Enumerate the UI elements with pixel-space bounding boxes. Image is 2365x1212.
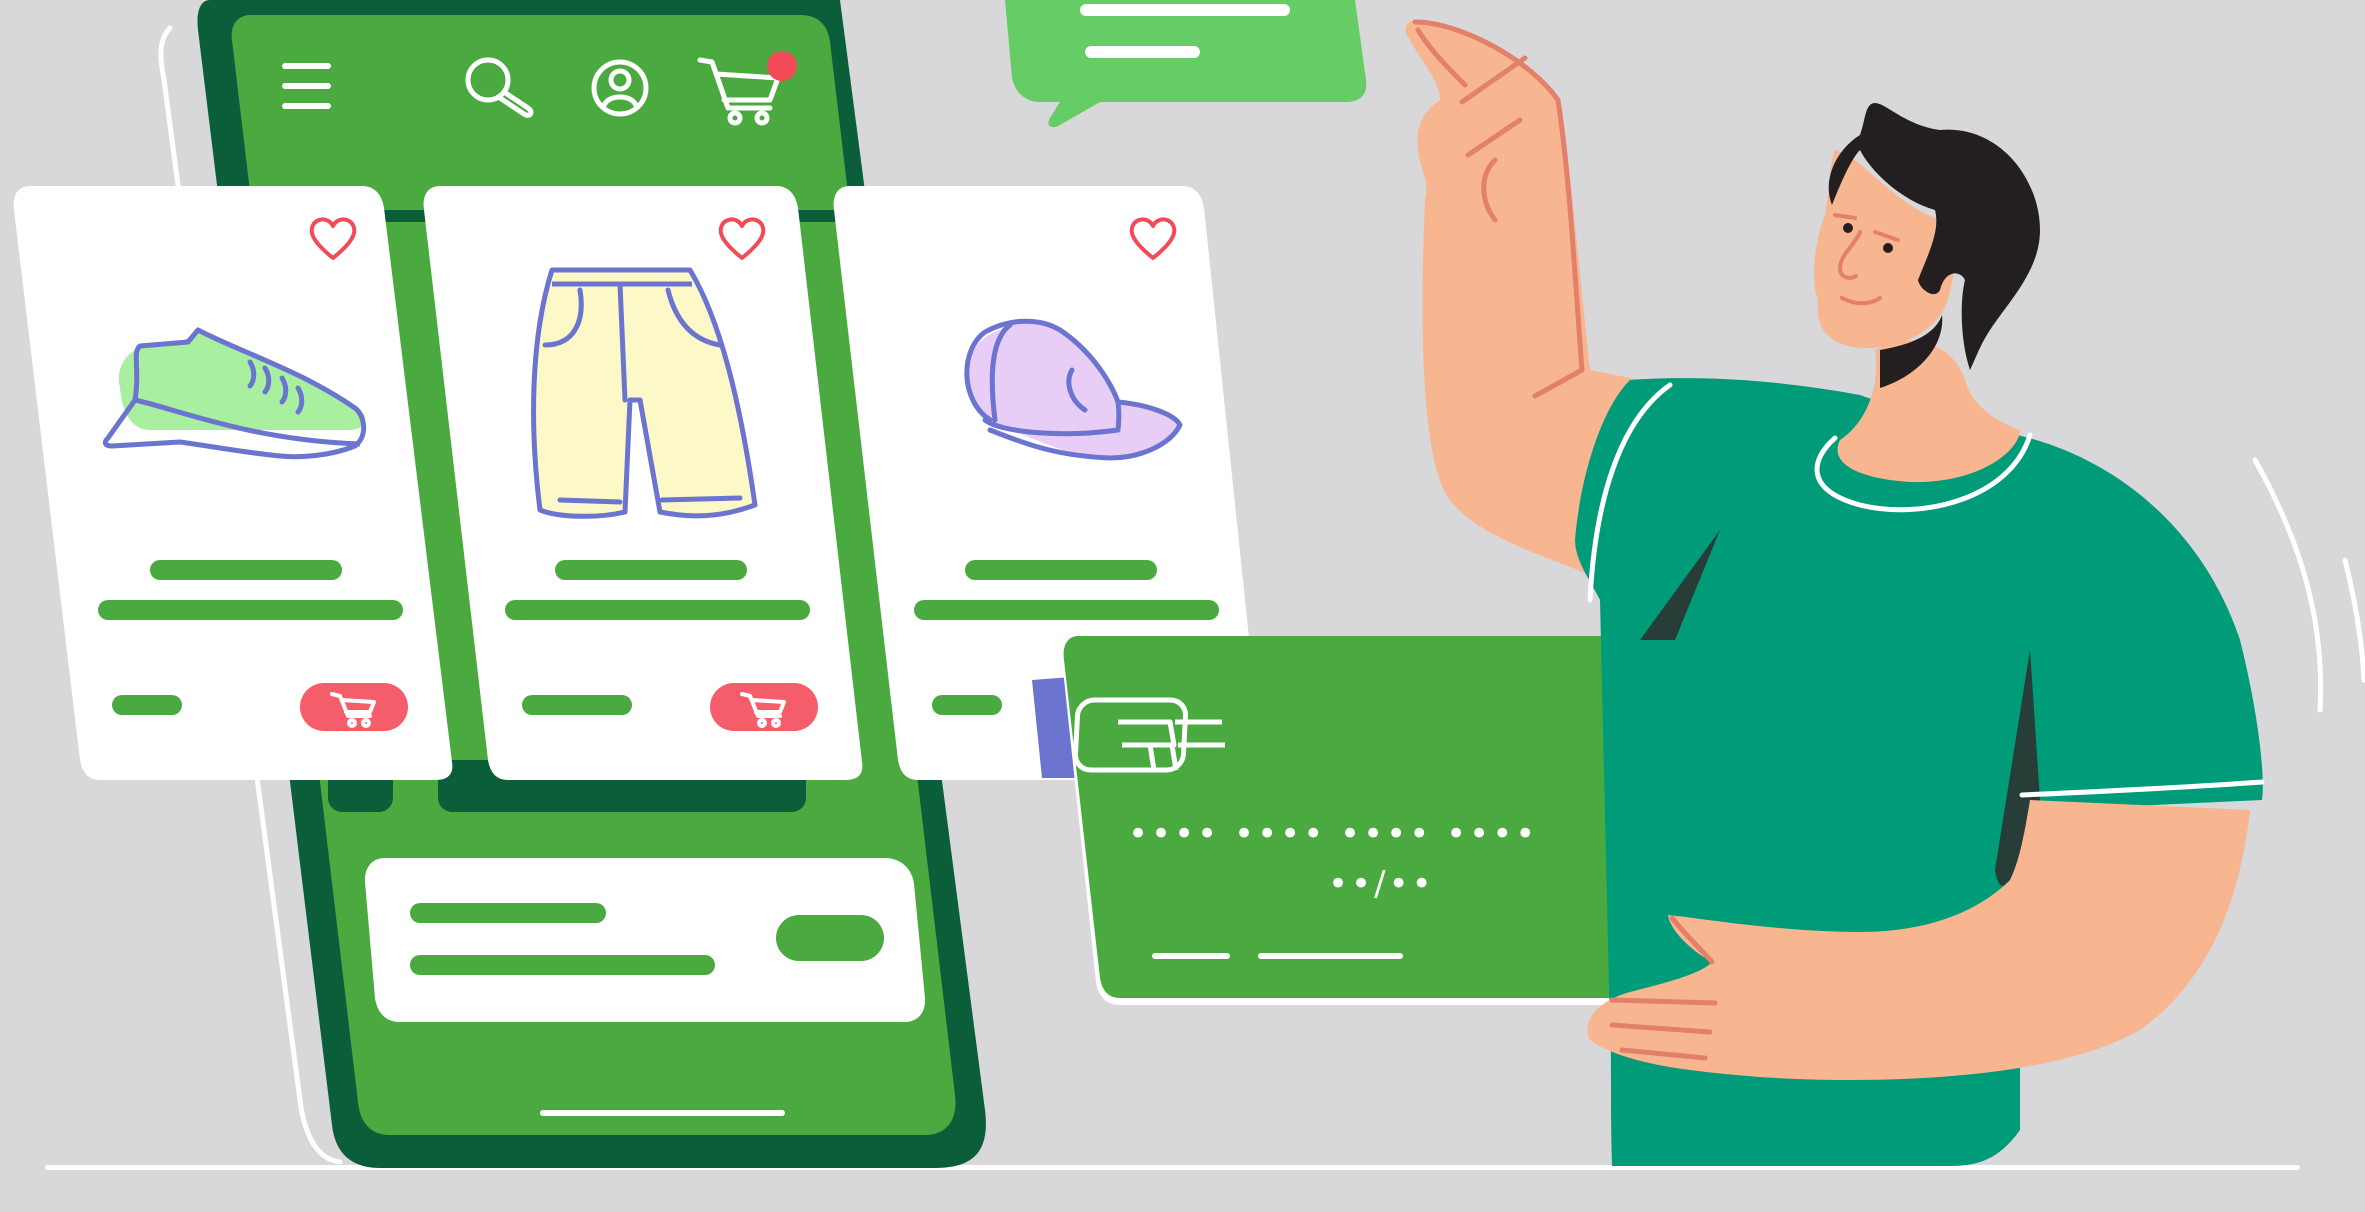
bubble-line-1 <box>1080 4 1290 16</box>
product-desc-line <box>505 600 810 620</box>
bubble-line-2 <box>1085 46 1200 58</box>
card-number: •••• •••• •••• •••• <box>1128 814 1538 854</box>
product-card-sneaker[interactable] <box>13 186 453 780</box>
card-expiry: ••/•• <box>1328 864 1435 904</box>
checkout-line-2 <box>410 955 715 975</box>
checkout-line-1 <box>410 903 606 923</box>
product-desc-line <box>98 600 403 620</box>
product-desc-line <box>914 600 1219 620</box>
cart-notification-dot <box>767 51 797 81</box>
product-card-shorts[interactable] <box>423 186 863 780</box>
product-price-line <box>932 695 1002 715</box>
product-price-line <box>522 695 632 715</box>
add-to-cart-button[interactable] <box>300 683 408 731</box>
checkout-panel[interactable] <box>364 858 926 1022</box>
card-holder-line-2 <box>1258 953 1403 959</box>
checkout-button[interactable] <box>776 915 884 961</box>
product-price-line <box>112 695 182 715</box>
product-title-line <box>150 560 342 580</box>
product-title-line <box>965 560 1157 580</box>
home-indicator[interactable] <box>540 1110 785 1116</box>
speech-bubble <box>1005 0 1367 128</box>
product-title-line <box>555 560 747 580</box>
chat-bubble-icon <box>1005 0 1367 128</box>
card-holder-line-1 <box>1152 953 1230 959</box>
illustration-scene: •••• •••• •••• •••• ••/•• <box>13 0 2365 1170</box>
add-to-cart-button[interactable] <box>710 683 818 731</box>
